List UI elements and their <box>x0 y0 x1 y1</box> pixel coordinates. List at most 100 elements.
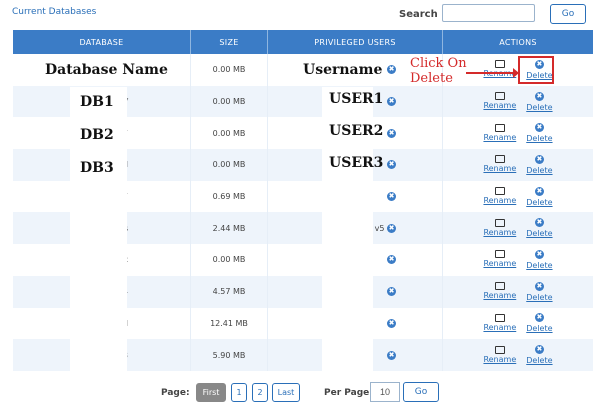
rename-link[interactable]: Rename <box>483 354 516 365</box>
delete-action[interactable]: ✖ Delete <box>526 344 553 366</box>
search-go-button[interactable]: Go <box>550 4 586 24</box>
delete-action[interactable]: ✖ Delete <box>526 281 553 303</box>
rename-link[interactable]: Rename <box>483 258 516 269</box>
annotation-database-name: Database Name <box>45 62 168 78</box>
remove-user-icon[interactable]: ✖ <box>387 160 396 170</box>
per-page-go-button[interactable]: Go <box>403 382 439 402</box>
rename-link[interactable]: Rename <box>483 132 516 143</box>
search-input[interactable] <box>442 4 535 22</box>
column-header-size[interactable]: Size <box>190 30 268 54</box>
size-cell: 4.57 MB <box>190 275 268 308</box>
page-label: Page: <box>161 388 190 398</box>
actions-cell: Rename ✖Delete <box>442 275 593 308</box>
pagination-first-button[interactable]: First <box>196 383 226 402</box>
rename-action[interactable]: Rename <box>483 92 516 111</box>
delete-icon: ✖ <box>534 218 544 228</box>
rename-icon <box>494 218 505 227</box>
actions-cell: Rename ✖Delete <box>443 117 594 149</box>
annotation-user1: USER1 <box>329 91 384 107</box>
delete-action[interactable]: ✖ Delete <box>526 217 553 239</box>
delete-icon: ✖ <box>534 186 544 196</box>
pagination-page-2-button[interactable]: 2 <box>252 383 268 402</box>
rename-icon <box>494 313 505 322</box>
delete-link[interactable]: Delete <box>526 133 552 144</box>
delete-action[interactable]: ✖ Delete <box>526 249 553 271</box>
rename-action[interactable]: Rename <box>483 187 516 206</box>
delete-action[interactable]: ✖ Delete <box>526 122 553 144</box>
rename-action[interactable]: Rename <box>483 313 516 333</box>
delete-link[interactable]: Delete <box>526 323 552 334</box>
rename-action[interactable]: Rename <box>483 250 516 269</box>
annotation-highlight-box <box>518 56 554 84</box>
remove-user-icon[interactable]: ✖ <box>387 128 396 138</box>
actions-cell: Rename ✖Delete <box>443 244 594 276</box>
rename-action[interactable]: Rename <box>483 60 516 79</box>
pagination-page-1-button[interactable]: 1 <box>231 383 247 402</box>
column-header-database[interactable]: Database <box>13 30 191 54</box>
rename-link[interactable]: Rename <box>483 322 516 333</box>
annotation-arrow <box>466 68 519 78</box>
delete-action[interactable]: ✖ Delete <box>526 312 553 334</box>
delete-action[interactable]: ✖ Delete <box>526 186 553 208</box>
rename-action[interactable]: Rename <box>483 155 516 174</box>
size-cell: 0.00 MB <box>190 117 268 150</box>
actions-cell: Rename ✖Delete <box>442 149 593 181</box>
column-header-actions: Actions <box>442 30 593 54</box>
delete-link[interactable]: Delete <box>526 292 552 303</box>
rename-icon <box>494 187 505 196</box>
rename-link[interactable]: Rename <box>483 163 516 174</box>
per-page-input[interactable] <box>370 382 400 402</box>
actions-cell: Rename ✖Delete <box>442 212 593 245</box>
remove-user-icon[interactable]: ✖ <box>387 223 396 233</box>
delete-icon: ✖ <box>534 249 544 259</box>
remove-user-icon[interactable]: ✖ <box>387 318 396 328</box>
rename-link[interactable]: Rename <box>483 195 516 206</box>
remove-user-icon[interactable]: ✖ <box>387 97 396 107</box>
rename-link[interactable]: Rename <box>483 290 516 301</box>
annotation-db3: DB3 <box>80 160 114 176</box>
annotation-user2: USER2 <box>329 123 384 139</box>
delete-icon: ✖ <box>534 281 544 291</box>
remove-user-icon[interactable]: ✖ <box>387 350 396 360</box>
delete-link[interactable]: Delete <box>526 197 552 208</box>
annotation-db1: DB1 <box>80 94 114 110</box>
delete-link[interactable]: Delete <box>526 355 552 366</box>
size-cell: 5.90 MB <box>190 339 268 371</box>
delete-link[interactable]: Delete <box>526 165 552 176</box>
delete-icon: ✖ <box>534 154 544 164</box>
rename-link[interactable]: Rename <box>483 227 516 238</box>
annotation-db2: DB2 <box>80 127 114 143</box>
rename-icon <box>494 155 505 164</box>
actions-cell: Rename ✖Delete <box>443 181 594 213</box>
delete-action[interactable]: ✖ Delete <box>526 154 553 176</box>
rename-action[interactable]: Rename <box>483 282 516 301</box>
delete-action[interactable]: ✖ Delete <box>526 91 553 113</box>
delete-link[interactable]: Delete <box>526 260 552 271</box>
per-page-label: Per Page: <box>324 388 373 398</box>
annotation-delete: Delete <box>410 71 453 86</box>
actions-cell: Rename ✖Delete <box>442 85 593 118</box>
rename-icon <box>494 92 505 101</box>
delete-link[interactable]: Delete <box>526 102 552 113</box>
remove-user-icon[interactable]: ✖ <box>387 65 396 75</box>
rename-icon <box>494 123 505 132</box>
search-label: Search <box>399 9 438 20</box>
remove-user-icon[interactable]: ✖ <box>387 255 396 265</box>
size-cell: 0.00 MB <box>190 54 268 86</box>
remove-user-icon[interactable]: ✖ <box>387 192 396 202</box>
size-cell: 0.69 MB <box>190 180 268 213</box>
rename-action[interactable]: Rename <box>483 123 516 143</box>
pagination-last-button[interactable]: Last <box>272 383 300 402</box>
rename-icon <box>494 345 505 354</box>
size-cell: 0.00 MB <box>190 149 268 181</box>
delete-icon: ✖ <box>534 123 544 133</box>
rename-icon <box>494 282 505 291</box>
rename-action[interactable]: Rename <box>483 218 516 238</box>
rename-link[interactable]: Rename <box>483 100 516 111</box>
size-cell: 12.41 MB <box>190 307 268 340</box>
delete-link[interactable]: Delete <box>526 228 552 239</box>
rename-icon <box>494 60 505 69</box>
rename-action[interactable]: Rename <box>483 345 516 365</box>
remove-user-icon[interactable]: ✖ <box>387 287 396 297</box>
delete-icon: ✖ <box>534 313 544 323</box>
